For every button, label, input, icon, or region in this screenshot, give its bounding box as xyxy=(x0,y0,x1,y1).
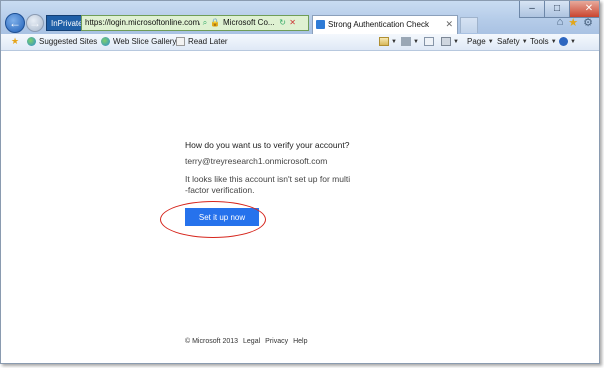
page-menu-label: Page xyxy=(467,37,486,46)
privacy-link[interactable]: Privacy xyxy=(265,338,288,345)
home-menu-button[interactable]: ▼ xyxy=(379,37,397,46)
favorites-item-read-later[interactable]: Read Later xyxy=(176,37,228,46)
mail-button[interactable] xyxy=(424,37,434,46)
verification-message: It looks like this account isn't set up … xyxy=(185,174,357,196)
account-email: terry@treyresearch1.onmicrosoft.com xyxy=(185,156,328,166)
back-arrow-icon: ← xyxy=(9,16,21,30)
favorites-item-label: Web Slice Gallery xyxy=(113,37,177,46)
printer-icon xyxy=(441,37,451,46)
chevron-down-icon: ▼ xyxy=(521,38,528,45)
certificate-name[interactable]: Microsoft Co... xyxy=(220,16,278,30)
forward-button[interactable]: → xyxy=(26,14,44,32)
favorites-item-suggested-sites[interactable]: Suggested Sites ▼ xyxy=(27,37,106,46)
new-tab-button[interactable] xyxy=(460,17,478,33)
chevron-down-icon: ▼ xyxy=(570,38,576,45)
page-title: How do you want us to verify your accoun… xyxy=(185,140,350,150)
ie-icon xyxy=(101,37,110,46)
tab-title: Strong Authentication Check xyxy=(328,20,429,29)
page-menu-button[interactable]: Page ▼ xyxy=(467,37,494,46)
top-right-icons: ⌂ ★ ⚙ xyxy=(557,16,593,29)
chevron-down-icon: ▼ xyxy=(391,38,397,45)
tab-strong-authentication[interactable]: Strong Authentication Check ✕ xyxy=(312,15,458,34)
safety-menu-button[interactable]: Safety ▼ xyxy=(497,37,528,46)
home-icon xyxy=(379,37,389,46)
favorites-button[interactable]: ★ xyxy=(11,37,19,46)
minimize-button[interactable]: – xyxy=(519,1,545,18)
favorites-item-web-slice-gallery[interactable]: Web Slice Gallery ▼ xyxy=(101,37,185,46)
settings-gear-icon[interactable]: ⚙ xyxy=(583,16,593,29)
help-link[interactable]: Help xyxy=(293,338,307,345)
page-content: How do you want us to verify your accoun… xyxy=(1,52,599,363)
chevron-down-icon: ▼ xyxy=(453,38,459,45)
verification-message-line: -factor verification. xyxy=(185,185,255,195)
page-footer: © Microsoft 2013 Legal Privacy Help xyxy=(185,338,308,345)
help-menu-button[interactable]: ▼ xyxy=(559,37,576,46)
favorites-item-label: Suggested Sites xyxy=(39,37,98,46)
rss-feed-icon xyxy=(401,37,411,46)
ie-icon xyxy=(27,37,36,46)
legal-link[interactable]: Legal xyxy=(243,338,260,345)
tools-menu-label: Tools xyxy=(530,37,549,46)
verification-message-line: It looks like this account isn't set up … xyxy=(185,174,351,184)
help-icon xyxy=(559,37,568,46)
back-button[interactable]: ← xyxy=(5,13,25,33)
set-it-up-now-button[interactable]: Set it up now xyxy=(185,208,259,226)
copyright-text: © Microsoft 2013 xyxy=(185,338,239,345)
chevron-down-icon: ▼ xyxy=(413,38,419,45)
refresh-icon[interactable]: ↻ xyxy=(278,16,288,30)
chevron-down-icon: ▼ xyxy=(487,38,494,45)
mail-icon xyxy=(424,37,434,46)
favorites-item-label: Read Later xyxy=(188,37,228,46)
page-icon xyxy=(176,37,185,46)
tools-menu-button[interactable]: Tools ▼ xyxy=(530,37,557,46)
address-url[interactable]: https://login.microsoftonline.com/ xyxy=(82,16,200,30)
feeds-menu-button[interactable]: ▼ xyxy=(401,37,419,46)
tab-close-icon[interactable]: ✕ xyxy=(445,16,453,33)
search-icon[interactable]: ⌕ xyxy=(200,16,210,30)
chevron-down-icon: ▼ xyxy=(550,38,557,45)
forward-arrow-icon: → xyxy=(29,16,41,30)
lock-icon[interactable]: 🔒 xyxy=(210,16,220,30)
favorites-star-icon[interactable]: ★ xyxy=(568,16,578,29)
browser-toolbar: – □ ✕ ← → InPrivate https://login.micros… xyxy=(1,1,599,34)
favorites-bar: ★ Suggested Sites ▼ Web Slice Gallery ▼ … xyxy=(1,34,599,51)
favorites-star-icon: ★ xyxy=(11,36,20,46)
print-menu-button[interactable]: ▼ xyxy=(441,37,459,46)
tab-favicon-icon xyxy=(316,20,325,29)
address-bar[interactable]: https://login.microsoftonline.com/ ⌕ 🔒 M… xyxy=(81,15,309,31)
stop-icon[interactable]: ✕ xyxy=(288,16,298,30)
browser-window: – □ ✕ ← → InPrivate https://login.micros… xyxy=(0,0,600,364)
safety-menu-label: Safety xyxy=(497,37,520,46)
home-icon[interactable]: ⌂ xyxy=(557,16,564,29)
